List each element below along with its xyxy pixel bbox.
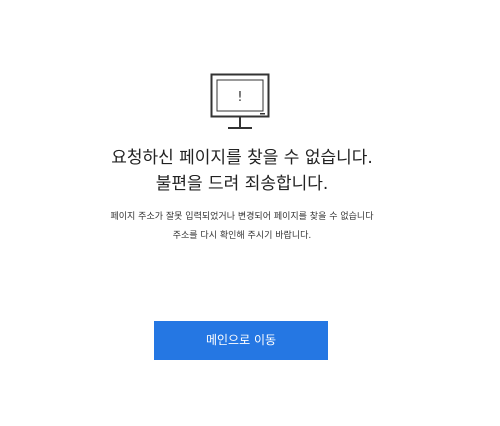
error-description-line-1: 페이지 주소가 잘못 입력되었거나 변경되어 페이지를 찾을 수 없습니다 [110, 212, 374, 222]
error-title-line-2: 불편을 드려 죄송합니다. [155, 174, 329, 194]
go-to-main-button[interactable]: 메인으로 이동 [154, 321, 328, 360]
error-page: ! 요청하신 페이지를 찾을 수 없습니다. 불편을 드려 죄송합니다. 페이지… [0, 0, 500, 426]
monitor-alert-icon: ! [210, 73, 270, 129]
error-title-line-1: 요청하신 페이지를 찾을 수 없습니다. [111, 148, 373, 168]
exclamation-glyph: ! [237, 90, 242, 105]
error-description-line-2: 주소를 다시 확인해 주시기 바랍니다. [172, 231, 312, 241]
